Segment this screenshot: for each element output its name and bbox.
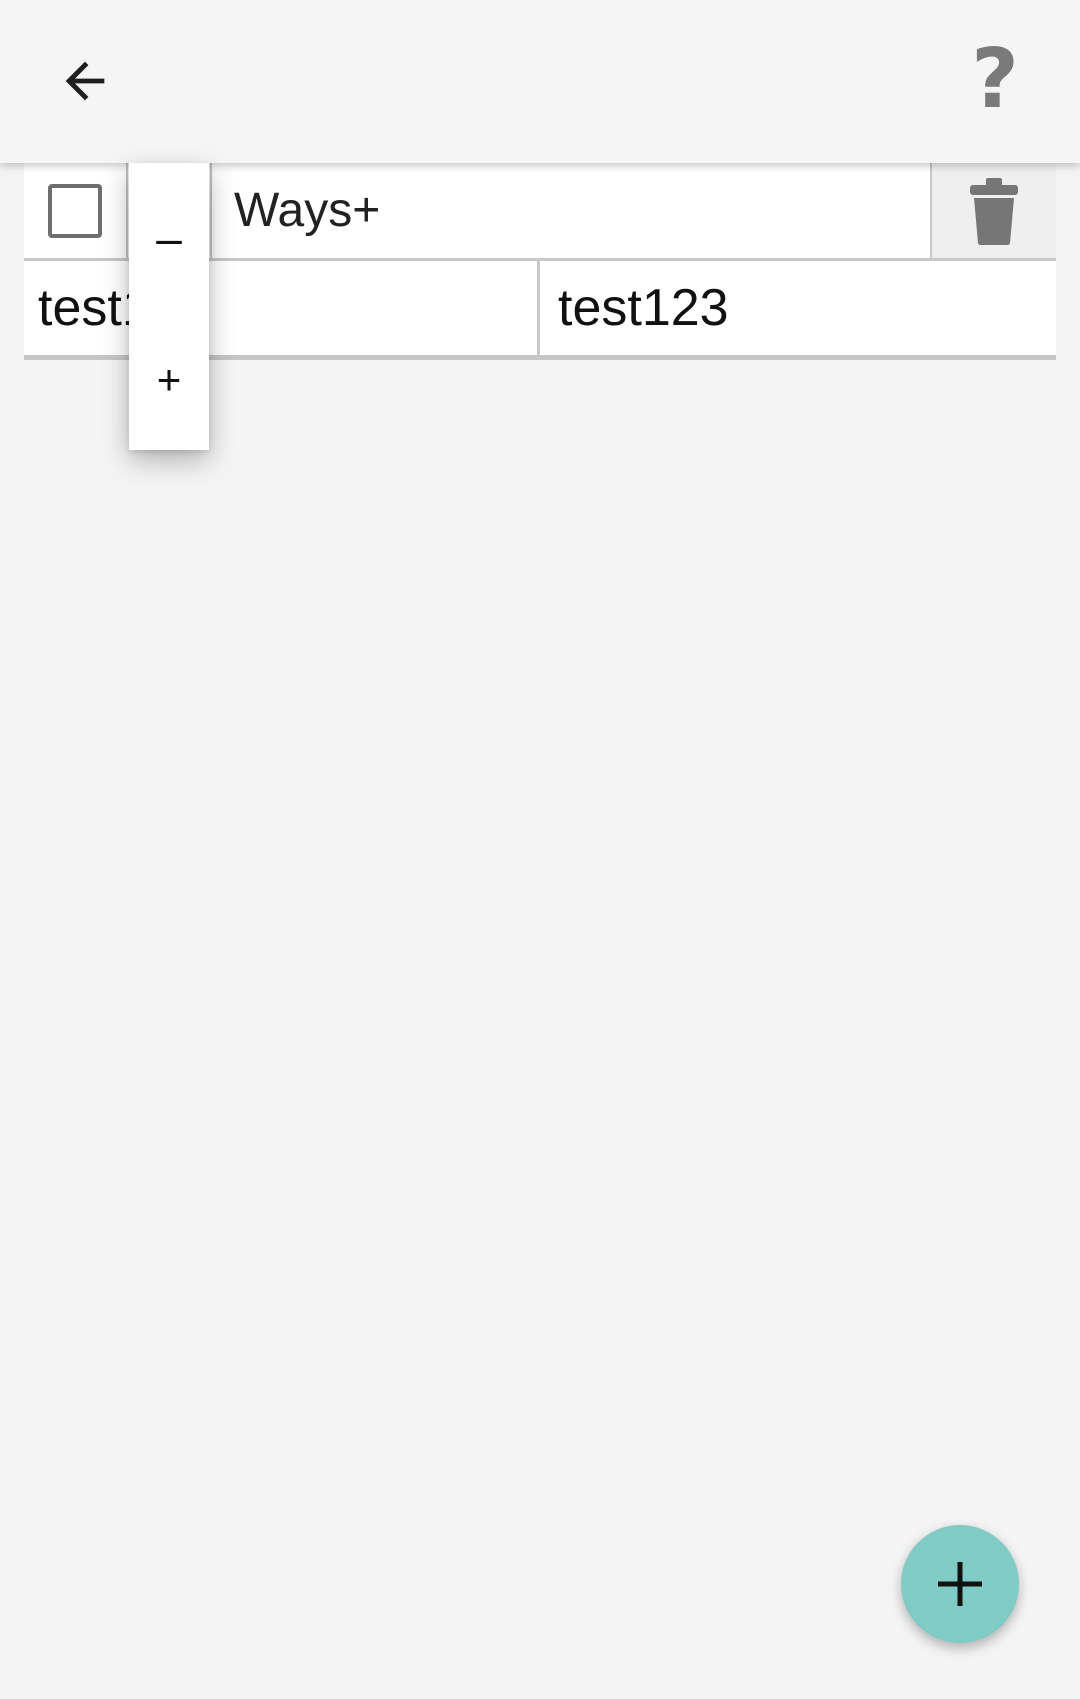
zoom-popup: – +: [129, 163, 209, 450]
tag-value-field[interactable]: test123: [542, 261, 1056, 355]
app-bar: ?: [0, 0, 1080, 163]
tag-editor-screen: ? Ways+ test123 test123 – +: [0, 0, 1080, 1699]
delete-button[interactable]: [932, 163, 1056, 258]
preset-field[interactable]: Ways+: [210, 163, 932, 258]
zoom-out-button[interactable]: –: [129, 203, 209, 273]
plus-icon: [938, 1562, 982, 1606]
arrow-left-icon: [65, 61, 105, 101]
tag-value-text: test123: [558, 279, 729, 337]
back-button[interactable]: [40, 36, 130, 126]
help-icon: ?: [971, 32, 1019, 127]
tag-key-field[interactable]: test123: [24, 261, 540, 355]
zoom-in-button[interactable]: +: [129, 345, 209, 415]
plus-icon: +: [156, 356, 182, 403]
trash-icon: [970, 177, 1018, 245]
select-all-cell: [24, 163, 128, 258]
select-all-checkbox[interactable]: [48, 183, 102, 238]
add-tag-fab[interactable]: [901, 1525, 1019, 1643]
preset-field-text: Ways+: [234, 184, 381, 237]
minus-icon: –: [156, 212, 182, 264]
help-button[interactable]: ?: [950, 30, 1040, 130]
